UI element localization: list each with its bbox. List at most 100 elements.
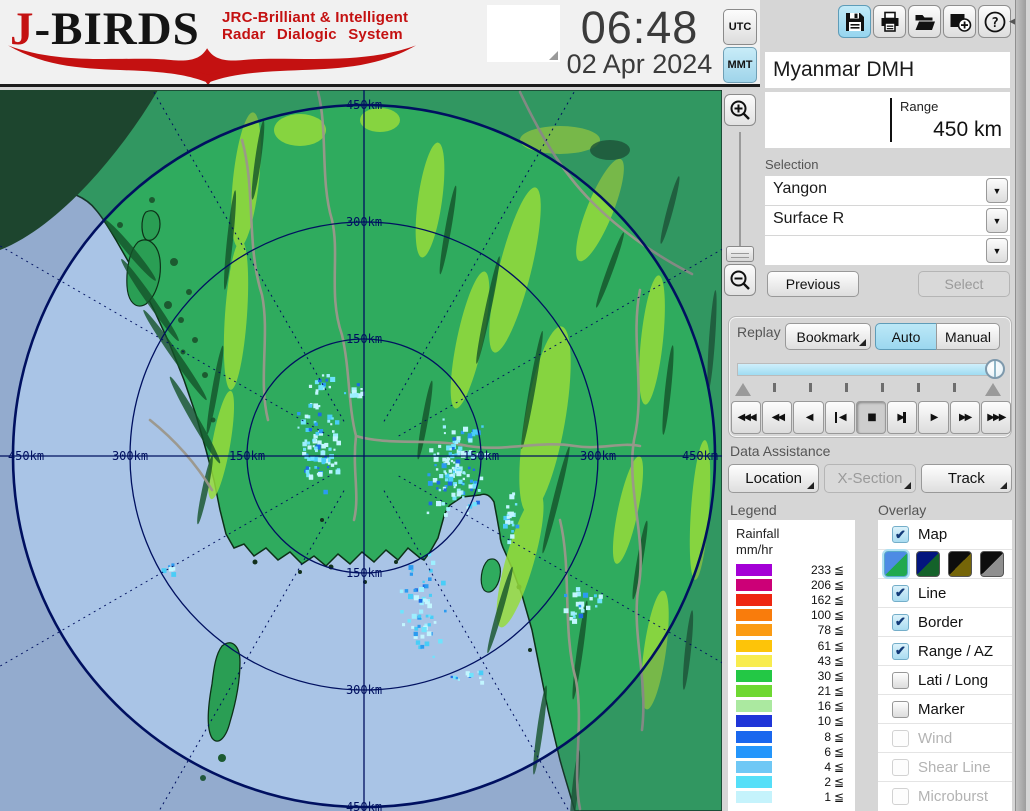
auto-mode-button[interactable]: Auto xyxy=(875,323,937,350)
bar-glyph xyxy=(903,412,906,423)
legend-color-swatch xyxy=(736,685,772,697)
panel-scrollbar[interactable] xyxy=(1015,0,1026,811)
marker-checkbox[interactable] xyxy=(892,701,909,718)
product-combo[interactable]: Surface R ▼ xyxy=(765,206,1010,235)
radar-map-canvas: 150km150km150km150km300km300km300km300km… xyxy=(0,90,722,811)
chevron-down-icon[interactable]: ▼ xyxy=(986,208,1008,233)
open-folder-button[interactable] xyxy=(908,5,941,38)
capture-add-icon xyxy=(948,10,972,34)
legend-leq-symbol: ≦ xyxy=(834,730,848,744)
utc-button[interactable]: UTC xyxy=(723,9,757,45)
radar-map[interactable]: 150km150km150km150km300km300km300km300km… xyxy=(0,90,722,811)
capture-add-button[interactable] xyxy=(943,5,976,38)
glyph: ◀ xyxy=(749,412,755,423)
manual-mode-button[interactable]: Manual xyxy=(936,323,1000,350)
range-start-marker[interactable] xyxy=(735,383,751,396)
chevron-down-icon[interactable]: ▼ xyxy=(986,238,1008,263)
overlay-item-label: Wind xyxy=(918,730,952,747)
legend-leq-symbol: ≦ xyxy=(834,760,848,774)
option-combo[interactable]: ▼ xyxy=(765,236,1010,265)
svg-text:450km: 450km xyxy=(346,98,382,112)
glyph: ◀ xyxy=(839,412,845,423)
overlay-item-label: Line xyxy=(918,585,946,602)
zoom-slider-thumb[interactable] xyxy=(726,246,754,262)
transport-fast-rewind-button[interactable]: ◀◀ xyxy=(762,401,792,434)
product-combo-value: Surface R xyxy=(773,210,844,228)
overlay-item-label: Border xyxy=(918,614,963,631)
legend-leq-symbol: ≦ xyxy=(834,790,848,804)
replay-group: Replay Bookmark Auto Manual ◀◀◀◀◀◀◀■▶▶▶▶… xyxy=(728,316,1012,438)
range-az-checkbox[interactable]: ✔ xyxy=(892,643,909,660)
legend-value: 6 xyxy=(772,745,834,759)
bookmark-button[interactable]: Bookmark xyxy=(785,323,871,350)
microburst-checkbox xyxy=(892,788,909,805)
transport-step-back-button[interactable]: ◀ xyxy=(825,401,855,434)
legend-value: 1 xyxy=(772,790,834,804)
location-button[interactable]: Location xyxy=(728,464,819,493)
legend-row: 100≦ xyxy=(736,608,848,623)
legend-leq-symbol: ≦ xyxy=(834,639,848,653)
legend-value: 10 xyxy=(772,714,834,728)
help-button[interactable]: ? xyxy=(978,5,1011,38)
zoom-slider-track[interactable] xyxy=(739,132,741,252)
legend-row: 233≦ xyxy=(736,562,848,577)
print-button[interactable] xyxy=(873,5,906,38)
zoom-out-button[interactable] xyxy=(724,264,756,296)
clock-time: 06:48 xyxy=(562,2,717,54)
legend-leq-symbol: ≦ xyxy=(834,608,848,622)
legend-color-swatch xyxy=(736,655,772,667)
overlay-item-marker: Marker xyxy=(878,694,1012,723)
legend-value: 162 xyxy=(772,593,834,607)
map-palette-option-4[interactable] xyxy=(980,551,1004,577)
glyph: ▶ xyxy=(965,412,971,423)
glyph: ◀ xyxy=(777,412,783,423)
transport-stop-button[interactable]: ■ xyxy=(856,401,886,434)
overlay-item-label: Shear Line xyxy=(918,759,991,776)
replay-slider-thumb[interactable] xyxy=(985,359,1005,379)
previous-button[interactable]: Previous xyxy=(767,271,859,297)
map-palette-option-1[interactable] xyxy=(884,551,908,577)
slider-tick xyxy=(845,383,848,392)
transport-step-forward-button[interactable]: ▶ xyxy=(887,401,917,434)
range-end-marker[interactable] xyxy=(985,383,1001,396)
transport-play-reverse-button[interactable]: ◀ xyxy=(793,401,823,434)
legend-row: 2≦ xyxy=(736,775,848,790)
legend-value: 21 xyxy=(772,684,834,698)
legend-value: 30 xyxy=(772,669,834,683)
site-combo[interactable]: Yangon ▼ xyxy=(765,176,1010,205)
map-palette-option-2[interactable] xyxy=(916,551,940,577)
legend-leq-symbol: ≦ xyxy=(834,775,848,789)
overlay-item-label: Marker xyxy=(918,701,965,718)
zoom-in-icon xyxy=(728,98,752,122)
transport-play-button[interactable]: ▶ xyxy=(918,401,948,434)
map-checkbox[interactable]: ✔ xyxy=(892,526,909,543)
slider-tick xyxy=(917,383,920,392)
legend-unit: Rainfall mm/hr xyxy=(728,520,855,559)
legend-row: 30≦ xyxy=(736,668,848,683)
save-button[interactable] xyxy=(838,5,871,38)
overlay-item-lati-long: Lati / Long xyxy=(878,665,1012,694)
mmt-button[interactable]: MMT xyxy=(723,47,757,83)
overlay-item-label: Map xyxy=(918,526,947,543)
wind-checkbox xyxy=(892,730,909,747)
overlay-item-border: ✔ Border xyxy=(878,607,1012,636)
overlay-item-map: ✔ Map xyxy=(878,520,1012,549)
border-checkbox[interactable]: ✔ xyxy=(892,614,909,631)
legend-value: 2 xyxy=(772,775,834,789)
overlay-label: Overlay xyxy=(878,502,926,518)
chevron-down-icon[interactable]: ▼ xyxy=(986,178,1008,203)
legend-row: 10≦ xyxy=(736,714,848,729)
select-button[interactable]: Select xyxy=(918,271,1010,297)
replay-label: Replay xyxy=(737,324,781,340)
map-palette-option-3[interactable] xyxy=(948,551,972,577)
zoom-in-button[interactable] xyxy=(724,94,756,126)
track-button[interactable]: Track xyxy=(921,464,1012,493)
line-checkbox[interactable]: ✔ xyxy=(892,585,909,602)
replay-progress-track[interactable] xyxy=(737,363,999,376)
transport-fast-forward-button[interactable]: ▶▶ xyxy=(950,401,980,434)
legend-color-swatch xyxy=(736,746,772,758)
transport-rewind-start-button[interactable]: ◀◀◀ xyxy=(731,401,761,434)
transport-forward-end-button[interactable]: ▶▶▶ xyxy=(981,401,1011,434)
legend-value: 78 xyxy=(772,623,834,637)
lati-long-checkbox[interactable] xyxy=(892,672,909,689)
